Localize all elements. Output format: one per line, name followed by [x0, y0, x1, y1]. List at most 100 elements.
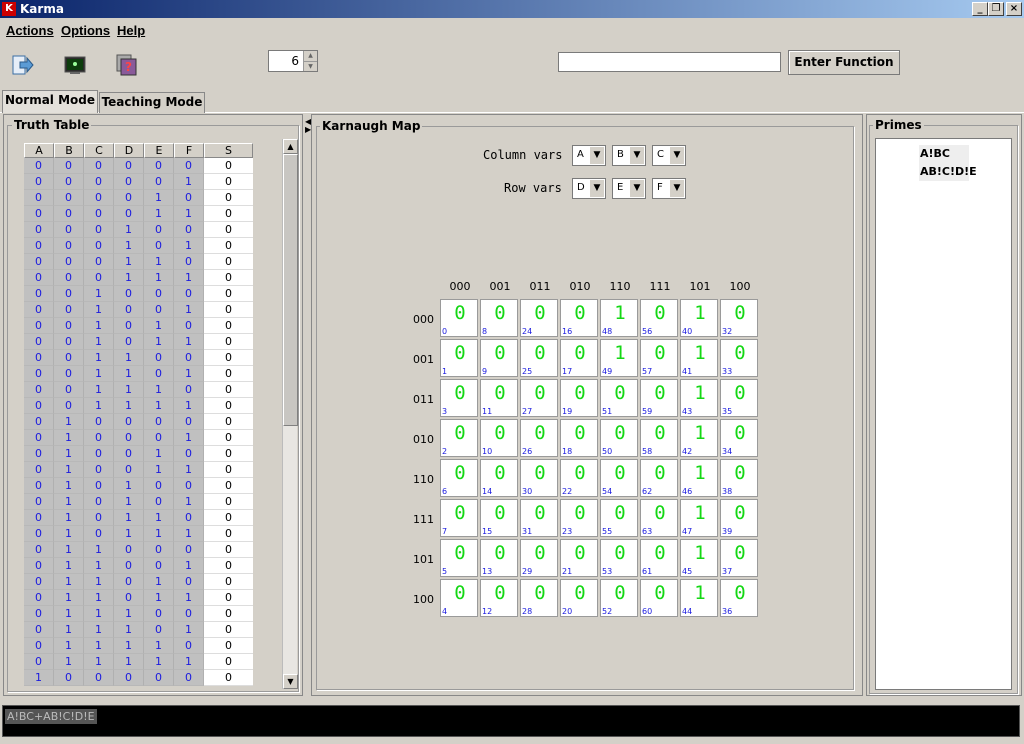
- output-cell[interactable]: 0: [204, 350, 253, 366]
- kmap-cell[interactable]: 03: [440, 379, 478, 417]
- kmap-cell[interactable]: 1 43: [680, 379, 718, 417]
- output-cell[interactable]: 0: [204, 654, 253, 670]
- kmap-cell[interactable]: 0 54: [600, 459, 638, 497]
- kmap-cell[interactable]: 0 16: [560, 299, 598, 337]
- output-cell[interactable]: 0: [204, 254, 253, 270]
- output-cell[interactable]: 0: [204, 590, 253, 606]
- kmap-cell[interactable]: 1 44: [680, 579, 718, 617]
- row-var-select-3[interactable]: F ▼: [652, 178, 686, 199]
- output-cell[interactable]: 0: [204, 206, 253, 222]
- output-cell[interactable]: 0: [204, 286, 253, 302]
- kmap-cell[interactable]: 0 15: [480, 499, 518, 537]
- scroll-thumb[interactable]: [283, 154, 298, 426]
- output-cell[interactable]: 0: [204, 622, 253, 638]
- row-var-select-1[interactable]: D ▼: [572, 178, 606, 199]
- kmap-cell[interactable]: 0 55: [600, 499, 638, 537]
- kmap-cell[interactable]: 0 12: [480, 579, 518, 617]
- kmap-cell[interactable]: 0 50: [600, 419, 638, 457]
- kmap-cell[interactable]: 00: [440, 299, 478, 337]
- menu-help[interactable]: Help: [117, 23, 145, 38]
- output-cell[interactable]: 0: [204, 222, 253, 238]
- output-cell[interactable]: 0: [204, 430, 253, 446]
- kmap-cell[interactable]: 0 10: [480, 419, 518, 457]
- truth-table-scrollbar[interactable]: ▲ ▼: [282, 139, 298, 689]
- column-var-select-3[interactable]: C ▼: [652, 145, 686, 166]
- output-cell[interactable]: 0: [204, 398, 253, 414]
- output-cell[interactable]: 0: [204, 478, 253, 494]
- kmap-cell[interactable]: 0 52: [600, 579, 638, 617]
- output-cell[interactable]: 0: [204, 446, 253, 462]
- kmap-cell[interactable]: 0 25: [520, 339, 558, 377]
- kmap-cell[interactable]: 0 60: [640, 579, 678, 617]
- kmap-cell[interactable]: 0 24: [520, 299, 558, 337]
- scroll-down-icon[interactable]: ▼: [283, 674, 298, 689]
- kmap-cell[interactable]: 0 53: [600, 539, 638, 577]
- kmap-cell[interactable]: 0 38: [720, 459, 758, 497]
- output-cell[interactable]: 0: [204, 382, 253, 398]
- kmap-cell[interactable]: 1 45: [680, 539, 718, 577]
- kmap-cell[interactable]: 1 42: [680, 419, 718, 457]
- kmap-cell[interactable]: 0 19: [560, 379, 598, 417]
- enter-function-button[interactable]: Enter Function: [788, 50, 900, 75]
- kmap-cell[interactable]: 09: [480, 339, 518, 377]
- output-cell[interactable]: 0: [204, 414, 253, 430]
- kmap-cell[interactable]: 0 21: [560, 539, 598, 577]
- kmap-cell[interactable]: 0 11: [480, 379, 518, 417]
- kmap-cell[interactable]: 1 48: [600, 299, 638, 337]
- scroll-up-icon[interactable]: ▲: [283, 139, 298, 154]
- variable-count-spinner[interactable]: 6 ▲ ▼: [268, 50, 318, 72]
- output-cell[interactable]: 0: [204, 542, 253, 558]
- kmap-cell[interactable]: 07: [440, 499, 478, 537]
- kmap-cell[interactable]: 0 34: [720, 419, 758, 457]
- close-button[interactable]: ×: [1006, 2, 1022, 16]
- output-cell[interactable]: 0: [204, 462, 253, 478]
- kmap-cell[interactable]: 0 35: [720, 379, 758, 417]
- kmap-cell[interactable]: 0 59: [640, 379, 678, 417]
- kmap-cell[interactable]: 08: [480, 299, 518, 337]
- kmap-cell[interactable]: 0 62: [640, 459, 678, 497]
- prime-item[interactable]: AB!C!D!E: [919, 163, 977, 181]
- output-cell[interactable]: 0: [204, 334, 253, 350]
- kmap-cell[interactable]: 0 37: [720, 539, 758, 577]
- tab-normal-mode[interactable]: Normal Mode: [2, 90, 98, 113]
- kmap-cell[interactable]: 0 29: [520, 539, 558, 577]
- output-cell[interactable]: 0: [204, 174, 253, 190]
- kmap-cell[interactable]: 0 51: [600, 379, 638, 417]
- kmap-cell[interactable]: 0 33: [720, 339, 758, 377]
- open-button[interactable]: [6, 48, 40, 82]
- kmap-cell[interactable]: 1 40: [680, 299, 718, 337]
- output-cell[interactable]: 0: [204, 670, 253, 686]
- help-button[interactable]: ?: [110, 48, 144, 82]
- kmap-cell[interactable]: 0 32: [720, 299, 758, 337]
- kmap-cell[interactable]: 0 56: [640, 299, 678, 337]
- menu-actions[interactable]: Actions: [6, 23, 54, 38]
- row-var-select-2[interactable]: E ▼: [612, 178, 646, 199]
- tab-teaching-mode[interactable]: Teaching Mode: [99, 92, 205, 113]
- kmap-cell[interactable]: 01: [440, 339, 478, 377]
- kmap-cell[interactable]: 05: [440, 539, 478, 577]
- kmap-cell[interactable]: 0 22: [560, 459, 598, 497]
- output-cell[interactable]: 0: [204, 510, 253, 526]
- output-cell[interactable]: 0: [204, 270, 253, 286]
- kmap-cell[interactable]: 0 61: [640, 539, 678, 577]
- prime-item[interactable]: A!BC: [919, 145, 969, 163]
- output-cell[interactable]: 0: [204, 366, 253, 382]
- kmap-cell[interactable]: 0 31: [520, 499, 558, 537]
- output-cell[interactable]: 0: [204, 526, 253, 542]
- output-cell[interactable]: 0: [204, 318, 253, 334]
- minimize-button[interactable]: _: [972, 2, 988, 16]
- column-var-select-1[interactable]: A ▼: [572, 145, 606, 166]
- function-input[interactable]: [558, 52, 781, 72]
- kmap-cell[interactable]: 0 27: [520, 379, 558, 417]
- output-cell[interactable]: 0: [204, 302, 253, 318]
- kmap-cell[interactable]: 0 30: [520, 459, 558, 497]
- kmap-cell[interactable]: 0 14: [480, 459, 518, 497]
- output-cell[interactable]: 0: [204, 158, 253, 174]
- output-cell[interactable]: 0: [204, 638, 253, 654]
- kmap-cell[interactable]: 0 58: [640, 419, 678, 457]
- output-cell[interactable]: 0: [204, 190, 253, 206]
- output-cell[interactable]: 0: [204, 606, 253, 622]
- column-var-select-2[interactable]: B ▼: [612, 145, 646, 166]
- kmap-cell[interactable]: 0 63: [640, 499, 678, 537]
- kmap-cell[interactable]: 1 47: [680, 499, 718, 537]
